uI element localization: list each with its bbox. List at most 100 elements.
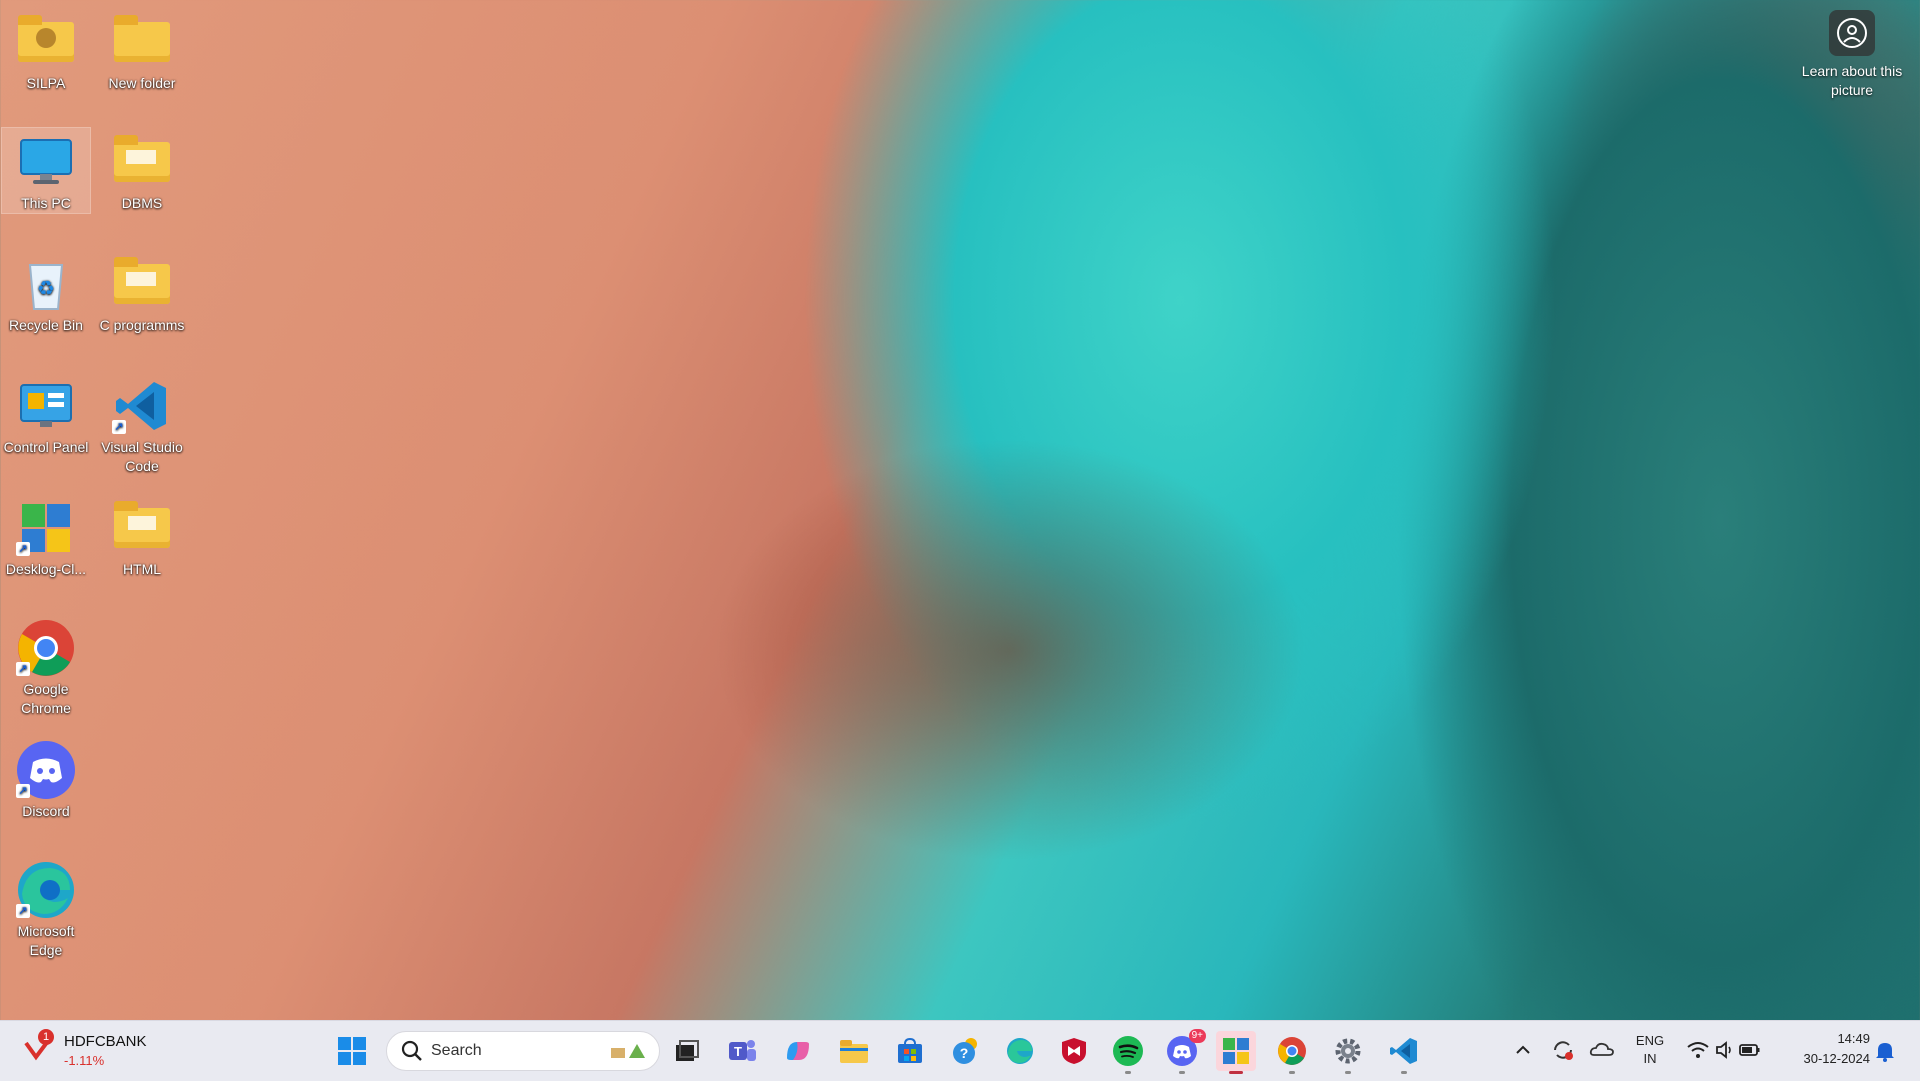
tray-onedrive-button[interactable] (1588, 1037, 1616, 1063)
clock-time: 14:49 (1837, 1031, 1870, 1046)
taskbar-edge[interactable] (1000, 1031, 1040, 1071)
taskbar-spotify[interactable] (1108, 1031, 1148, 1074)
desktop-icon-desklog[interactable]: ↗ Desklog-Cl... (2, 494, 90, 579)
taskbar-weather-app[interactable]: ? (946, 1031, 986, 1071)
desktop-icon-silpa[interactable]: SILPA (2, 8, 90, 93)
discord-icon: ↗ (14, 740, 78, 800)
learn-about-picture[interactable]: Learn about this picture (1800, 10, 1904, 100)
desktop-icon-new-folder[interactable]: New folder (98, 8, 186, 93)
folder-icon (110, 254, 174, 314)
battery-icon (1739, 1044, 1760, 1056)
search-icon (401, 1040, 423, 1067)
shortcut-arrow-icon: ↗ (16, 784, 30, 798)
search-input[interactable]: Search (386, 1031, 660, 1071)
show-hidden-icons-button[interactable] (1512, 1039, 1534, 1061)
mcafee-shield-icon (1062, 1038, 1086, 1064)
stock-name: HDFCBANK (64, 1033, 147, 1050)
shortcut-arrow-icon: ↗ (16, 904, 30, 918)
running-indicator (1125, 1071, 1131, 1074)
language-indicator[interactable]: ENG IN (1628, 1033, 1672, 1071)
language-line2: IN (1643, 1051, 1657, 1066)
desktop-icon-vscode[interactable]: ↗ Visual Studio Code (98, 372, 186, 476)
desklog-icon (1223, 1038, 1249, 1064)
tray-sync-button[interactable] (1550, 1037, 1576, 1063)
desktop-icon-label: Desklog-Cl... (5, 561, 87, 577)
chrome-icon (1278, 1037, 1306, 1065)
desktop-icon-control-panel[interactable]: Control Panel (0, 372, 92, 457)
running-indicator (1401, 1071, 1407, 1074)
gear-icon (1335, 1038, 1361, 1064)
spotify-icon (1113, 1036, 1143, 1066)
desktop-icon-dbms[interactable]: DBMS (98, 128, 186, 213)
cloud-icon (1589, 1042, 1614, 1056)
taskbar-mcafee[interactable] (1054, 1031, 1094, 1071)
desktop-icon-html[interactable]: HTML (98, 494, 186, 579)
desktop-icon-label: New folder (108, 75, 176, 91)
taskbar-file-explorer[interactable] (834, 1031, 874, 1071)
running-indicator (1229, 1071, 1243, 1074)
teams-icon: T (729, 1040, 756, 1061)
chevron-up-icon (1516, 1045, 1530, 1054)
taskbar-desklog[interactable] (1216, 1031, 1256, 1074)
user-folder-icon (14, 12, 78, 72)
desktop-icon-discord[interactable]: ↗ Discord (2, 736, 90, 821)
chrome-icon: ↗ (14, 618, 78, 678)
running-indicator (1345, 1071, 1351, 1074)
taskbar-copilot[interactable] (778, 1031, 818, 1071)
taskbar-vscode[interactable] (1384, 1031, 1424, 1074)
desktop-icon-recycle-bin[interactable]: ♻ Recycle Bin (2, 250, 90, 335)
folder-icon (110, 132, 174, 192)
desktop-icon-microsoft-edge[interactable]: ↗ Microsoft Edge (2, 856, 90, 960)
volume-icon (1716, 1041, 1731, 1059)
desktop-icon-label: DBMS (121, 195, 163, 211)
taskbar-discord[interactable]: 9+ (1162, 1029, 1206, 1074)
desklog-icon: ↗ (14, 498, 78, 558)
desktop-icon-label: Visual Studio Code (101, 439, 183, 474)
discord-badge: 9+ (1188, 1029, 1206, 1043)
start-button[interactable] (332, 1031, 372, 1071)
store-icon (898, 1037, 922, 1063)
bell-icon (1876, 1043, 1894, 1062)
edge-icon (1007, 1038, 1033, 1064)
desktop-icon-google-chrome[interactable]: ↗ Google Chrome (2, 614, 90, 718)
taskbar-settings[interactable] (1328, 1031, 1368, 1074)
desktop-icon-label: C programms (99, 317, 185, 333)
camera-info-icon (1829, 10, 1875, 56)
folder-icon (110, 12, 174, 72)
desktop-icon-c-programms[interactable]: C programms (98, 250, 186, 335)
shortcut-arrow-icon: ↗ (16, 542, 30, 556)
shortcut-arrow-icon: ↗ (112, 420, 126, 434)
edge-icon: ↗ (14, 860, 78, 920)
stock-badge: 1 (38, 1029, 54, 1045)
search-placeholder: Search (431, 1042, 482, 1059)
taskbar-microsoft-store[interactable] (890, 1031, 930, 1071)
task-view-button[interactable] (666, 1031, 706, 1071)
stock-widget[interactable]: 1 HDFCBANK -1.11% (20, 1029, 160, 1073)
taskbar-chrome[interactable] (1272, 1031, 1312, 1074)
vscode-icon: ↗ (110, 376, 174, 436)
folder-icon (840, 1040, 868, 1063)
vscode-icon (1390, 1038, 1417, 1064)
desktop-icon-this-pc[interactable]: This PC (1, 127, 91, 214)
desktop-icon-label: Discord (22, 803, 70, 819)
running-indicator (1179, 1071, 1185, 1074)
monitor-icon (14, 132, 78, 192)
desktop-icon-label: Microsoft Edge (17, 923, 75, 958)
help-bubble-icon: ? (953, 1038, 977, 1064)
taskbar-teams[interactable]: T (722, 1031, 762, 1071)
language-line1: ENG (1635, 1033, 1665, 1048)
svg-text:?: ? (960, 1045, 969, 1061)
desktop-icon-label: SILPA (26, 75, 66, 91)
quick-settings-button[interactable] (1682, 1035, 1762, 1065)
desktop-icon-label: Recycle Bin (9, 317, 83, 333)
svg-text:♻: ♻ (37, 278, 55, 300)
desktop-icon-label: Control Panel (3, 439, 89, 455)
clock-date: 30-12-2024 (1803, 1051, 1871, 1066)
clock[interactable]: 14:49 30-12-2024 (1778, 1031, 1871, 1071)
svg-text:T: T (734, 1044, 742, 1059)
notifications-button[interactable] (1874, 1039, 1896, 1063)
taskbar: 1 HDFCBANK -1.11% Search T ? 9+ ENG IN 1… (0, 1020, 1920, 1081)
copilot-icon (787, 1042, 809, 1060)
running-indicator (1289, 1071, 1295, 1074)
recycle-bin-icon: ♻ (14, 254, 78, 314)
